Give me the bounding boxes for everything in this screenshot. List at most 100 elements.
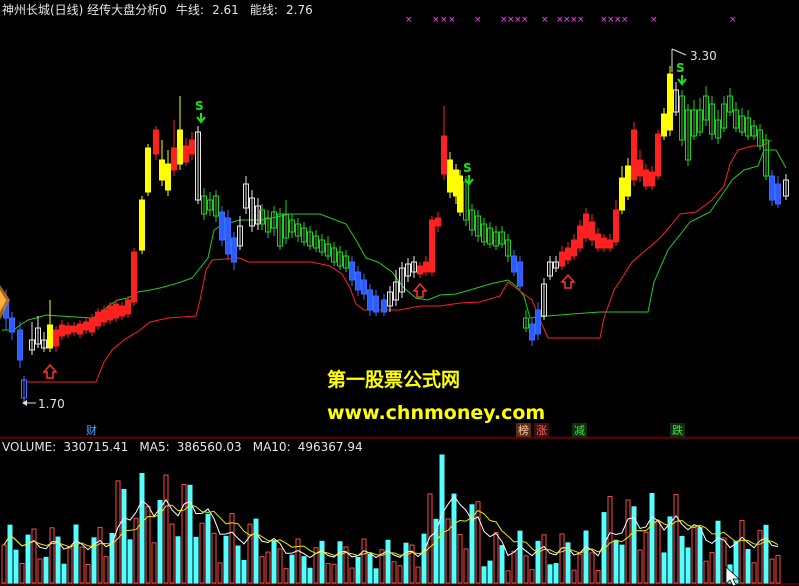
svg-text:涨: 涨	[536, 424, 547, 437]
volume-bar-up	[85, 563, 91, 584]
volume-bar-up	[283, 568, 289, 584]
volume-bar-down	[517, 530, 523, 584]
volume-bar-up	[529, 569, 535, 584]
candle-body	[447, 159, 453, 193]
volume-bar-down	[61, 563, 67, 584]
volume-bar-up	[31, 528, 37, 584]
candle-body	[165, 163, 171, 191]
indicator-header: 神州长城(日线) 经传大盘分析0 牛线: 2.61 能线: 2.76	[2, 0, 313, 18]
volume-bar-up	[571, 569, 577, 584]
candle-body	[429, 219, 435, 273]
buy-arrow-2	[412, 282, 428, 298]
volume-bar-up	[655, 520, 661, 584]
volume-bar-up	[259, 556, 265, 584]
x-mark: ×	[521, 15, 529, 25]
candle-body	[769, 175, 775, 201]
volume-bar-up	[391, 561, 397, 584]
candle-body	[423, 261, 429, 273]
volume-bar-down	[745, 548, 751, 584]
volume-bar-up	[691, 527, 697, 584]
candle-body	[619, 177, 625, 211]
candle-body	[231, 237, 237, 263]
candle-body	[119, 305, 125, 317]
volume-bar-down	[187, 484, 193, 584]
candle-body	[113, 303, 119, 319]
volume-bar-up	[415, 566, 421, 584]
volume-bar-up	[181, 484, 187, 584]
volume-bar-up	[211, 532, 217, 584]
volume-bar-down	[661, 552, 667, 584]
volume-bar-down	[139, 473, 145, 584]
volume-bar-up	[19, 563, 25, 584]
volume-bar-up	[169, 523, 175, 584]
candle-body	[355, 271, 361, 291]
svg-text:S: S	[463, 161, 472, 175]
candle-body	[571, 239, 577, 257]
volume-bar-up	[625, 499, 631, 584]
candle-body	[643, 169, 649, 187]
candle-body	[153, 129, 159, 155]
niu-line-value: 2.61	[212, 3, 239, 17]
volume-value: 330715.41	[63, 440, 128, 454]
volume-bar-up	[397, 565, 403, 584]
candle-body	[367, 289, 373, 311]
volume-bar-up	[151, 542, 157, 584]
volume-bar-up	[643, 531, 649, 584]
candle-body	[159, 159, 165, 181]
volume-bar-up	[637, 549, 643, 584]
volume-bar-down	[685, 547, 691, 584]
signal-badge-zhang: 涨	[534, 423, 549, 437]
volume-bar-up	[325, 563, 331, 584]
volume-bar-down	[535, 540, 541, 584]
watermark-name: 第一股票公式网	[327, 368, 460, 391]
signal-badge-cai: 财	[86, 423, 97, 437]
resistance-polyline	[2, 149, 787, 331]
volume-bar-down	[715, 520, 721, 584]
volume-bar-up	[751, 562, 757, 584]
volume-bar-down	[301, 556, 307, 584]
svg-text:S: S	[676, 61, 685, 75]
candle-body	[361, 279, 367, 295]
indicator-title: 神州长城(日线) 经传大盘分析0	[2, 2, 167, 17]
volume-bar-up	[463, 548, 469, 584]
volume-bar-up	[361, 538, 367, 584]
volume-bar-down	[13, 549, 19, 584]
volume-bar-up	[673, 494, 679, 584]
volume-bar-down	[763, 524, 769, 584]
volume-bar-down	[649, 493, 655, 584]
candle-body	[661, 113, 667, 137]
volume-bar-down	[553, 563, 559, 584]
volume-bar-down	[307, 567, 313, 584]
low-price-label: 1.70	[38, 397, 65, 411]
volume-bar-up	[757, 529, 763, 584]
buy-arrow-3	[560, 273, 576, 289]
volume-bar-up	[331, 563, 337, 584]
volume-bar-up	[775, 554, 781, 584]
volume-bar-up	[163, 474, 169, 584]
candle-body	[441, 135, 447, 175]
volume-bar-down	[127, 539, 133, 584]
candle-body	[607, 239, 613, 249]
candle-body	[71, 325, 77, 333]
volume-bar-up	[769, 558, 775, 584]
candle-body	[125, 299, 131, 315]
volume-header: VOLUME: 330715.41 MA5: 386560.03 MA10: 4…	[2, 436, 363, 455]
volume-bar-down	[547, 564, 553, 584]
candle-body	[131, 251, 137, 303]
volume-bar-down	[619, 544, 625, 584]
volume-bar-down	[43, 556, 49, 584]
volume-bar-up	[505, 570, 511, 584]
chart-canvas[interactable]: 神州长城(日线) 经传大盘分析0 牛线: 2.61 能线: 2.76 × × × × ×…	[0, 0, 799, 586]
volume-bar-down	[373, 568, 379, 584]
volume-bar-down	[355, 556, 361, 584]
volume-bar-down	[175, 536, 181, 584]
svg-text:财: 财	[86, 423, 97, 437]
signal-badge-jian: 减	[572, 423, 587, 437]
candle-body	[171, 147, 177, 171]
candle-body	[77, 323, 83, 335]
candle-body	[625, 165, 631, 197]
svg-text:榜: 榜	[518, 423, 529, 437]
candle-body	[583, 213, 589, 239]
candlesticks	[3, 66, 789, 404]
candle-body	[139, 199, 145, 251]
